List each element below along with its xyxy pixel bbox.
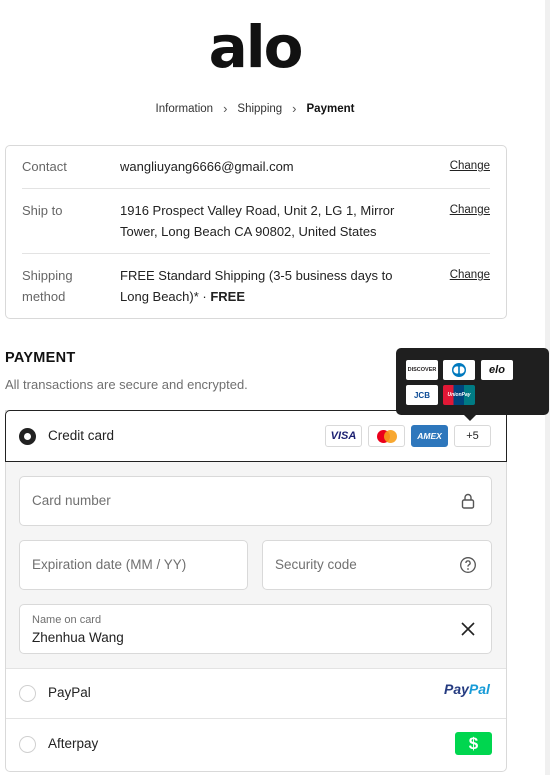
option-divider xyxy=(6,668,506,669)
breadcrumb-payment: Payment xyxy=(306,102,355,115)
review-row-shipping-method: Shipping method FREE Standard Shipping (… xyxy=(22,265,490,307)
shipping-method-line-2: Long Beach)* · FREE xyxy=(120,286,442,307)
breadcrumb: Information › Shipping › Payment xyxy=(0,101,510,116)
order-review-box: Contact wangliuyang6666@gmail.com Change… xyxy=(5,145,507,319)
breadcrumb-information[interactable]: Information xyxy=(156,103,214,115)
shipping-method-label-line-1: Shipping xyxy=(22,268,73,283)
name-on-card-label: Name on card xyxy=(32,614,102,626)
tooltip-caret xyxy=(464,415,476,421)
more-cards-tooltip: DISCOVER elo JCB UnionPay xyxy=(396,348,549,421)
shipping-price: FREE xyxy=(210,289,246,304)
more-cards-badge[interactable]: +5 xyxy=(454,425,491,447)
paypal-logo: PayPal xyxy=(444,681,490,697)
paypal-label[interactable]: PayPal xyxy=(48,685,91,700)
elo-card-icon: elo xyxy=(481,360,513,380)
review-row-contact: Contact wangliuyang6666@gmail.com Change xyxy=(22,156,490,177)
breadcrumb-shipping[interactable]: Shipping xyxy=(237,103,282,115)
chevron-right-icon: › xyxy=(292,101,297,116)
lock-icon xyxy=(461,493,475,509)
shipping-method-label: Shipping method xyxy=(22,265,120,307)
credit-card-label[interactable]: Credit card xyxy=(48,428,114,443)
diners-card-icon xyxy=(443,360,475,380)
option-divider xyxy=(6,718,506,719)
change-ship-to-link[interactable]: Change xyxy=(442,200,490,242)
afterpay-radio[interactable] xyxy=(19,736,36,753)
shipping-method-value: FREE Standard Shipping (3-5 business day… xyxy=(120,265,442,307)
paypal-logo-pay: Pay xyxy=(444,681,469,697)
mastercard-card-icon xyxy=(368,425,405,447)
expiration-date-field[interactable]: Expiration date (MM / YY) xyxy=(19,540,248,590)
name-on-card-value: Zhenhua Wang xyxy=(32,630,124,645)
unionpay-card-icon: UnionPay xyxy=(443,385,475,405)
ship-to-line-2: Tower, Long Beach CA 90802, United State… xyxy=(120,224,377,239)
ship-to-line-1: 1916 Prospect Valley Road, Unit 2, LG 1,… xyxy=(120,203,395,218)
credit-card-radio[interactable] xyxy=(19,428,36,445)
close-icon[interactable] xyxy=(459,620,477,638)
expiration-placeholder: Expiration date (MM / YY) xyxy=(32,557,187,572)
ship-to-value: 1916 Prospect Valley Road, Unit 2, LG 1,… xyxy=(120,200,442,242)
payment-title: PAYMENT xyxy=(5,350,76,366)
contact-value: wangliuyang6666@gmail.com xyxy=(120,159,294,174)
payment-subtitle: All transactions are secure and encrypte… xyxy=(5,377,248,392)
paypal-logo-pal: Pal xyxy=(468,681,490,697)
name-on-card-field[interactable]: Name on card Zhenhua Wang xyxy=(19,604,492,654)
shipping-method-label-line-2: method xyxy=(22,289,66,304)
paypal-radio[interactable] xyxy=(19,685,36,702)
jcb-card-icon: JCB xyxy=(406,385,438,405)
change-shipping-method-link[interactable]: Change xyxy=(442,265,490,307)
amex-card-icon: AMEX xyxy=(411,425,448,447)
review-divider xyxy=(22,253,490,254)
security-code-placeholder: Security code xyxy=(275,557,357,572)
shipping-method-text: Long Beach)* · xyxy=(120,289,211,304)
chevron-right-icon: › xyxy=(223,101,228,116)
ship-to-label: Ship to xyxy=(22,203,63,218)
afterpay-label[interactable]: Afterpay xyxy=(48,736,98,751)
review-row-ship-to: Ship to 1916 Prospect Valley Road, Unit … xyxy=(22,200,490,242)
shipping-method-line-1: FREE Standard Shipping (3-5 business day… xyxy=(120,268,393,283)
visa-card-icon: VISA xyxy=(325,425,362,447)
card-number-placeholder: Card number xyxy=(32,493,111,508)
change-contact-link[interactable]: Change xyxy=(442,156,490,177)
security-code-field[interactable]: Security code xyxy=(262,540,492,590)
help-circle-icon[interactable] xyxy=(459,556,477,574)
afterpay-logo-icon: $ xyxy=(455,732,492,755)
card-number-field[interactable]: Card number xyxy=(19,476,492,526)
contact-label: Contact xyxy=(22,159,67,174)
discover-card-icon: DISCOVER xyxy=(406,360,438,380)
brand-logo[interactable]: alo xyxy=(0,12,510,82)
review-divider xyxy=(22,188,490,189)
